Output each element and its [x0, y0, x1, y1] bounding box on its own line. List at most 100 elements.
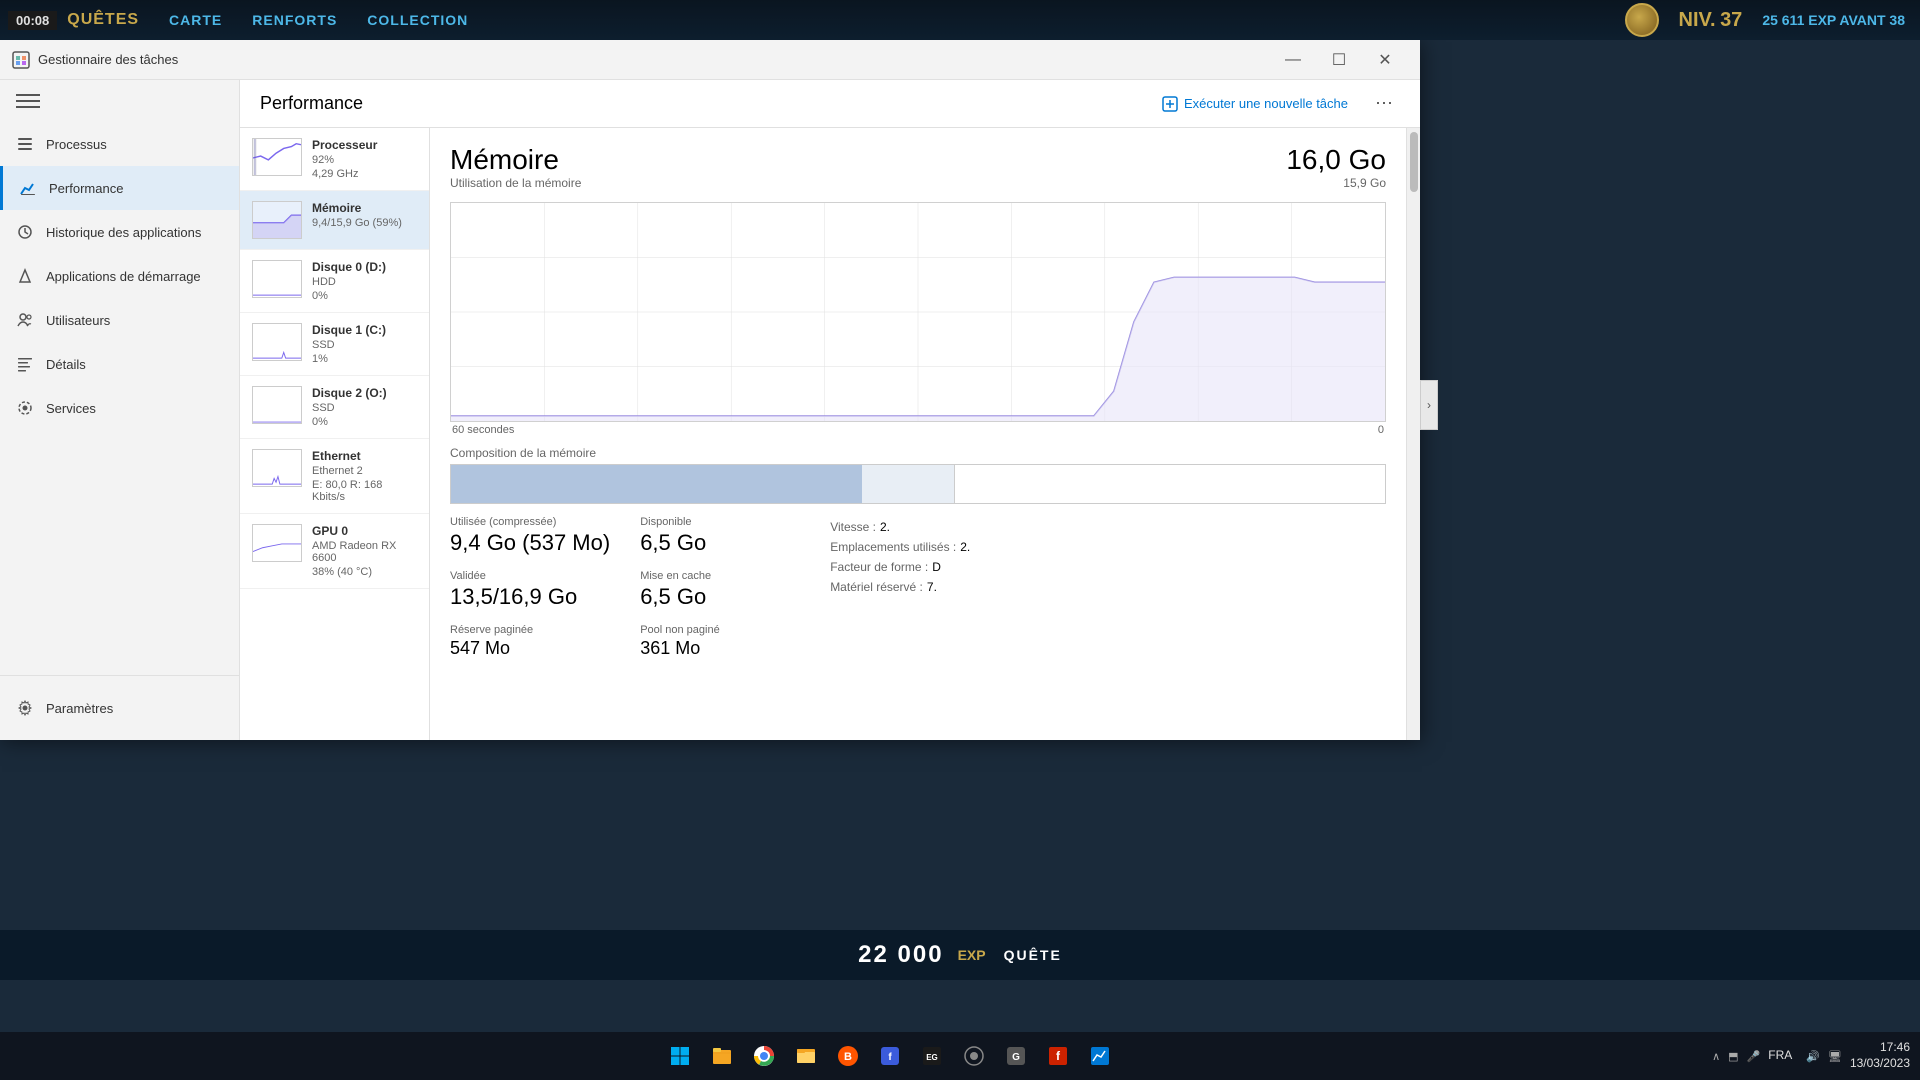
- svg-text:EG: EG: [926, 1053, 938, 1062]
- sidebar-footer[interactable]: Paramètres: [0, 675, 239, 740]
- perf-detail-subtitle-right: 15,9 Go: [1286, 176, 1386, 190]
- clock-date: 13/03/2023: [1850, 1056, 1910, 1072]
- stat-reserve: Réserve paginée 547 Mo: [450, 624, 610, 659]
- brave-button[interactable]: B: [830, 1038, 866, 1074]
- windows-taskbar: B f EG G: [0, 1032, 1920, 1080]
- explorer-button[interactable]: [704, 1038, 740, 1074]
- perf-item-disque0[interactable]: Disque 0 (D:) HDD 0%: [240, 250, 429, 313]
- scrollbar-thumb: [1410, 132, 1418, 192]
- ethernet-sub2: E: 80,0 R: 168 Kbits/s: [312, 479, 417, 503]
- disque0-sparkline: [252, 260, 302, 298]
- ethernet-sub1: Ethernet 2: [312, 465, 417, 477]
- new-task-button[interactable]: Exécuter une nouvelle tâche: [1154, 92, 1356, 116]
- ethernet-name: Ethernet: [312, 449, 417, 463]
- perf-item-disque2[interactable]: Disque 2 (O:) SSD 0%: [240, 376, 429, 439]
- bottom-exp-tag: EXP: [958, 947, 986, 963]
- chrome-button[interactable]: [746, 1038, 782, 1074]
- fapp-icon: f: [1047, 1045, 1069, 1067]
- stats-col-right: Disponible 6,5 Go Mise en cache 6,5 Go P…: [640, 516, 780, 659]
- game-right-info: NIV. 37 25 611 EXP AVANT 38: [1625, 3, 1905, 37]
- new-task-icon: [1162, 96, 1178, 112]
- sidebar-item-historique[interactable]: Historique des applications: [0, 210, 239, 254]
- gaming-button[interactable]: [956, 1038, 992, 1074]
- gpu0-name: GPU 0: [312, 524, 417, 538]
- fapp-button[interactable]: f: [1040, 1038, 1076, 1074]
- meta-facteur-key: Facteur de forme :: [830, 560, 928, 574]
- maximize-button[interactable]: ☐: [1316, 40, 1362, 80]
- game-nav-renforts[interactable]: RENFORTS: [252, 12, 337, 28]
- settings-item[interactable]: Paramètres: [16, 686, 223, 730]
- meta-vitesse-val: 2.: [880, 520, 890, 534]
- files-button[interactable]: [788, 1038, 824, 1074]
- new-task-label: Exécuter une nouvelle tâche: [1184, 96, 1348, 111]
- social-button[interactable]: f: [872, 1038, 908, 1074]
- perf-item-processeur[interactable]: Processeur 92% 4,29 GHz: [240, 128, 429, 191]
- meta-materiel: Matériel réservé : 7.: [830, 580, 970, 594]
- sidebar-item-performance[interactable]: Performance: [0, 166, 239, 210]
- stat-disponible-label: Disponible: [640, 516, 780, 528]
- start-button[interactable]: [662, 1038, 698, 1074]
- stats-col-left: Utilisée (compressée) 9,4 Go (537 Mo) Va…: [450, 516, 610, 659]
- mem-bar-used: [451, 465, 862, 503]
- stat-pool: Pool non paginé 361 Mo: [640, 624, 780, 659]
- meta-emplacements: Emplacements utilisés : 2.: [830, 540, 970, 554]
- processeur-sub2: 4,29 GHz: [312, 168, 417, 180]
- gear-icon: [16, 699, 34, 717]
- stat-utilisee-label: Utilisée (compressée): [450, 516, 610, 528]
- perf-stats-area: Utilisée (compressée) 9,4 Go (537 Mo) Va…: [450, 516, 1386, 659]
- minimize-button[interactable]: —: [1270, 40, 1316, 80]
- details-icon: [16, 355, 34, 373]
- disque1-name: Disque 1 (C:): [312, 323, 417, 337]
- sidebar-item-services[interactable]: Services: [0, 386, 239, 430]
- window-icon: [12, 51, 30, 69]
- more-button[interactable]: ⋯: [1368, 88, 1400, 120]
- history-icon: [16, 223, 34, 241]
- sidebar-item-details[interactable]: Détails: [0, 342, 239, 386]
- close-button[interactable]: ✕: [1362, 40, 1408, 80]
- mem-comp-label: Composition de la mémoire: [450, 446, 1386, 460]
- sidebar-item-processus[interactable]: Processus: [0, 122, 239, 166]
- taskmanager-button[interactable]: [1082, 1038, 1118, 1074]
- sidebar-item-utilisateurs[interactable]: Utilisateurs: [0, 298, 239, 342]
- svg-text:B: B: [844, 1051, 852, 1063]
- disque2-sub2: 0%: [312, 416, 417, 428]
- meta-emplacements-val: 2.: [960, 540, 970, 554]
- hamburger-menu[interactable]: [16, 89, 40, 113]
- chart-time-label: 60 secondes: [452, 424, 514, 436]
- game-nav: QUÊTES CARTE RENFORTS COLLECTION: [67, 11, 468, 29]
- sidebar-header: [0, 80, 239, 122]
- expand-arrow-icon: ›: [1427, 398, 1431, 412]
- game2-icon: G: [1005, 1045, 1027, 1067]
- stat-pool-label: Pool non paginé: [640, 624, 780, 636]
- meta-vitesse-key: Vitesse :: [830, 520, 876, 534]
- game-nav-collection[interactable]: COLLECTION: [367, 12, 468, 28]
- tray-expand[interactable]: ∧: [1712, 1050, 1720, 1063]
- startup-icon: [16, 267, 34, 285]
- gpu0-info: GPU 0 AMD Radeon RX 6600 38% (40 °C): [312, 524, 417, 578]
- game-nav-carte[interactable]: CARTE: [169, 12, 222, 28]
- social-icon: f: [879, 1045, 901, 1067]
- taskbar-time-date: FRA: [1768, 1048, 1798, 1064]
- game-exp: 25 611 EXP AVANT 38: [1762, 12, 1905, 28]
- perf-item-disque1[interactable]: Disque 1 (C:) SSD 1%: [240, 313, 429, 376]
- users-icon: [16, 311, 34, 329]
- sidebar-label-historique: Historique des applications: [46, 225, 201, 240]
- memoire-sub1: 9,4/15,9 Go (59%): [312, 217, 417, 229]
- sidebar-item-demarrage[interactable]: Applications de démarrage: [0, 254, 239, 298]
- perf-item-gpu0[interactable]: GPU 0 AMD Radeon RX 6600 38% (40 °C): [240, 514, 429, 589]
- epic-button[interactable]: EG: [914, 1038, 950, 1074]
- game2-button[interactable]: G: [998, 1038, 1034, 1074]
- stat-disponible: Disponible 6,5 Go: [640, 516, 780, 556]
- stat-utilisee-value: 9,4 Go (537 Mo): [450, 530, 610, 556]
- gpu0-sub1: AMD Radeon RX 6600: [312, 540, 417, 564]
- perf-detail-size: 16,0 Go: [1286, 144, 1386, 176]
- expand-arrow-button[interactable]: ›: [1420, 380, 1438, 430]
- perf-item-memoire[interactable]: Mémoire 9,4/15,9 Go (59%): [240, 191, 429, 250]
- sidebar-label-services: Services: [46, 401, 96, 416]
- stat-reserve-value: 547 Mo: [450, 638, 610, 659]
- files-icon: [795, 1045, 817, 1067]
- memoire-name: Mémoire: [312, 201, 417, 215]
- detail-scrollbar[interactable]: [1406, 128, 1420, 740]
- perf-item-ethernet[interactable]: Ethernet Ethernet 2 E: 80,0 R: 168 Kbits…: [240, 439, 429, 514]
- sidebar: Processus Performance: [0, 80, 240, 740]
